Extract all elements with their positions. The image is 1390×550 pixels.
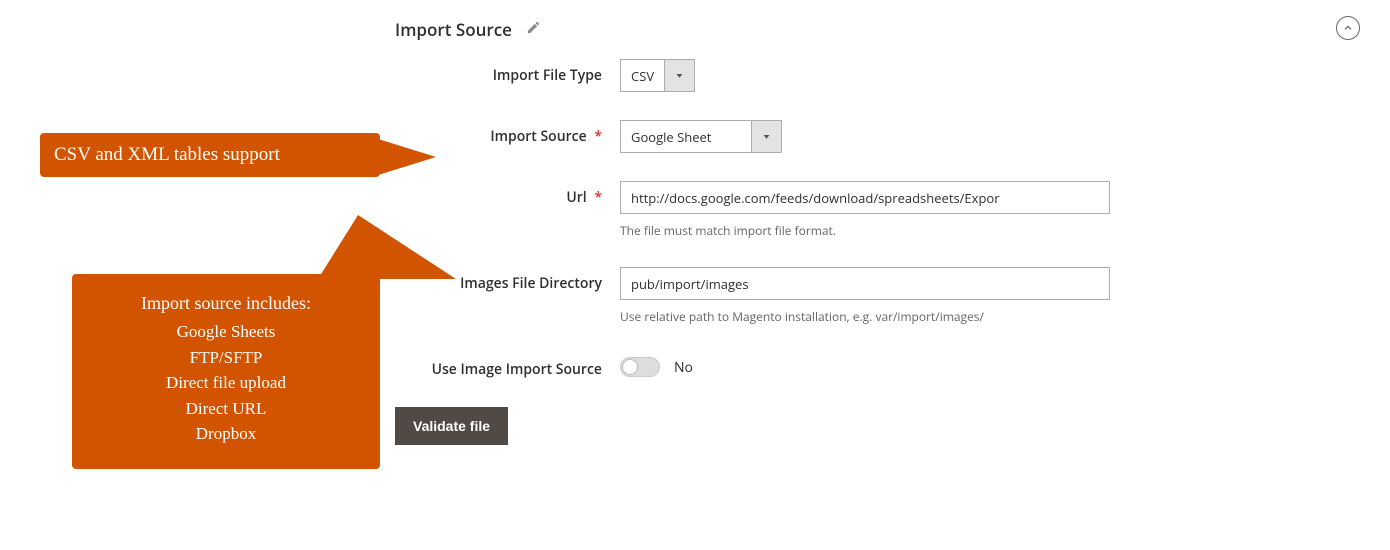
label-url: Url * — [0, 181, 620, 207]
label-file-type: Import File Type — [0, 59, 620, 85]
section-title: Import Source — [395, 18, 512, 41]
label-file-type-text: Import File Type — [493, 66, 602, 85]
callout-csv-xml-text: CSV and XML tables support — [54, 144, 280, 165]
callout-2-arrow-icon — [318, 215, 456, 279]
select-import-source[interactable]: Google Sheet — [620, 120, 782, 153]
url-help-text: The file must match import file format. — [620, 222, 1390, 239]
callout-item: Google Sheets — [86, 319, 366, 345]
callout-item: Dropbox — [86, 421, 366, 447]
toggle-knob — [622, 359, 638, 375]
callout-import-sources: Import source includes: Google Sheets FT… — [72, 274, 380, 469]
caret-down-icon — [751, 121, 781, 152]
callout-1-arrow-icon — [378, 139, 436, 175]
collapse-toggle[interactable] — [1336, 16, 1360, 40]
callout-item: FTP/SFTP — [86, 345, 366, 371]
required-star-icon: * — [594, 188, 602, 207]
control-images-dir: Use relative path to Magento installatio… — [620, 267, 1390, 325]
validate-file-button[interactable]: Validate file — [395, 407, 508, 445]
callout-import-sources-title: Import source includes: — [86, 290, 366, 317]
toggle-label: No — [674, 358, 693, 377]
label-url-text: Url — [566, 188, 586, 207]
edit-icon[interactable] — [526, 20, 541, 40]
required-star-icon: * — [594, 127, 602, 146]
toggle-use-image-import-source[interactable] — [620, 357, 660, 377]
row-url: Url * The file must match import file fo… — [0, 181, 1390, 239]
select-file-type[interactable]: CSV — [620, 59, 695, 92]
select-file-type-value: CSV — [621, 60, 664, 91]
control-url: The file must match import file format. — [620, 181, 1390, 239]
callout-item: Direct file upload — [86, 370, 366, 396]
label-images-dir-text: Images File Directory — [460, 274, 602, 293]
callout-csv-xml: CSV and XML tables support — [40, 133, 380, 177]
label-import-source-text: Import Source — [490, 127, 586, 146]
control-import-source: Google Sheet — [620, 120, 1390, 153]
form-region: Import File Type CSV Import Source * Goo… — [0, 59, 1390, 445]
callout-item: Direct URL — [86, 396, 366, 422]
caret-down-icon — [664, 60, 694, 91]
label-use-image-import-source-text: Use Image Import Source — [432, 360, 602, 379]
row-file-type: Import File Type CSV — [0, 59, 1390, 92]
section-header: Import Source — [0, 0, 1390, 59]
select-import-source-value: Google Sheet — [621, 121, 751, 152]
url-input[interactable] — [620, 181, 1110, 214]
control-file-type: CSV — [620, 59, 1390, 92]
control-use-image-import-source: No — [620, 353, 1390, 377]
images-dir-input[interactable] — [620, 267, 1110, 300]
images-dir-help-text: Use relative path to Magento installatio… — [620, 308, 1390, 325]
